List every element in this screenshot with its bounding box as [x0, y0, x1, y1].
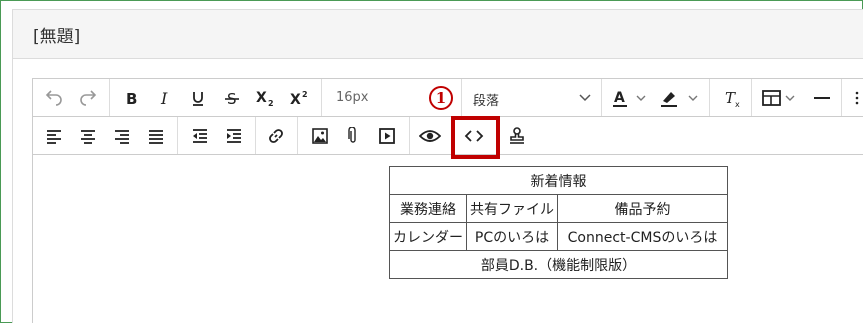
toolbar-separator: [751, 79, 752, 116]
outdent-icon: [193, 129, 207, 143]
toolbar-separator: [709, 79, 710, 116]
insert-image-button[interactable]: [309, 122, 331, 150]
svg-text:2: 2: [268, 99, 274, 107]
image-icon: [312, 128, 328, 144]
toolbar-separator: [109, 79, 110, 116]
toolbar-separator: [409, 117, 410, 154]
insert-link-button[interactable]: [265, 122, 287, 150]
preview-icon: [419, 130, 441, 142]
toolbar-row-2: [33, 117, 863, 155]
page-title: [無題]: [33, 27, 81, 47]
more-options-button[interactable]: [851, 84, 863, 112]
align-center-icon: [81, 130, 95, 144]
subscript-icon: X2: [256, 90, 274, 107]
annotation-highlight-box: [451, 116, 500, 159]
highlight-icon: [661, 92, 698, 107]
undo-icon: [45, 90, 62, 106]
underline-button[interactable]: [188, 84, 208, 112]
svg-text:x: x: [735, 100, 740, 108]
table-icon: [762, 90, 795, 106]
align-justify-button[interactable]: [145, 122, 167, 150]
undo-button[interactable]: [43, 84, 65, 112]
toolbar-separator: [321, 79, 322, 116]
text-color-icon: A: [613, 90, 646, 107]
redo-icon: [80, 90, 97, 106]
link-icon: [269, 129, 283, 143]
table-cell: 業務連絡: [389, 194, 467, 223]
redo-button[interactable]: [77, 84, 99, 112]
indent-icon: [227, 129, 241, 143]
table-header-cell: 新着情報: [389, 166, 728, 195]
toolbar-separator: [461, 79, 462, 116]
svg-text:A: A: [614, 90, 625, 106]
svg-text:2: 2: [302, 90, 308, 99]
italic-icon: I: [160, 89, 168, 107]
toolbar-separator: [255, 117, 256, 154]
block-format-select[interactable]: 段落: [473, 90, 499, 109]
svg-text:X: X: [256, 90, 267, 106]
editor-content[interactable]: 新着情報 業務連絡 共有ファイル 備品予約 カレンダー PCのいろは Conne…: [33, 156, 863, 323]
insert-media-button[interactable]: [376, 122, 398, 150]
toolbar-separator: [177, 117, 178, 154]
font-size-select[interactable]: 16px: [336, 90, 369, 105]
toolbar-separator: [601, 79, 602, 116]
table-cell: カレンダー: [389, 222, 467, 251]
align-justify-icon: [149, 130, 163, 144]
svg-text:X: X: [290, 92, 301, 107]
stamp-icon: [510, 127, 524, 144]
highlight-color-button[interactable]: [659, 84, 703, 112]
italic-button[interactable]: I: [155, 84, 175, 112]
strikethrough-icon: S: [225, 90, 239, 107]
annotation-number-badge: 1: [429, 86, 453, 110]
bold-icon: B: [126, 90, 137, 107]
subscript-button[interactable]: X2: [255, 84, 277, 112]
table-row: カレンダー PCのいろは Connect-CMSのいろは: [389, 222, 728, 251]
table-cell: 共有ファイル: [466, 194, 558, 223]
table-cell: Connect-CMSのいろは: [557, 222, 728, 251]
rich-text-editor: B I S X2 X2 16px 段落 A Tx: [32, 78, 863, 323]
clear-format-button[interactable]: Tx: [721, 84, 743, 112]
align-center-button[interactable]: [77, 122, 99, 150]
table-cell: 備品予約: [557, 194, 728, 223]
text-color-button[interactable]: A: [611, 84, 651, 112]
horizontal-rule-icon: [814, 97, 830, 99]
outdent-button[interactable]: [189, 122, 211, 150]
table-row: 業務連絡 共有ファイル 備品予約: [389, 194, 728, 223]
panel-header: [無題]: [12, 9, 863, 59]
underline-icon: [193, 92, 203, 106]
align-left-icon: [47, 130, 61, 144]
svg-text:I: I: [160, 89, 168, 107]
more-vertical-icon: [855, 91, 859, 105]
attachment-icon: [348, 127, 356, 143]
toolbar-separator: [841, 79, 842, 116]
align-right-icon: [115, 130, 129, 144]
media-icon: [379, 128, 395, 144]
indent-button[interactable]: [223, 122, 245, 150]
preview-button[interactable]: [418, 122, 442, 150]
content-table: 新着情報 業務連絡 共有ファイル 備品予約 カレンダー PCのいろは Conne…: [389, 166, 728, 279]
table-footer-cell: 部員D.B.（機能制限版）: [389, 250, 728, 279]
toolbar-separator: [297, 117, 298, 154]
svg-text:B: B: [126, 90, 137, 107]
align-left-button[interactable]: [43, 122, 65, 150]
strikethrough-button[interactable]: S: [222, 84, 242, 112]
table-cell: PCのいろは: [466, 222, 558, 251]
stamp-button[interactable]: [505, 122, 529, 150]
superscript-icon: X2: [290, 90, 308, 107]
superscript-button[interactable]: X2: [289, 84, 311, 112]
bold-button[interactable]: B: [121, 84, 141, 112]
attach-file-button[interactable]: [343, 122, 363, 150]
insert-table-button[interactable]: [761, 84, 801, 112]
horizontal-rule-button[interactable]: [811, 84, 833, 112]
align-right-button[interactable]: [111, 122, 133, 150]
clear-format-icon: Tx: [725, 89, 740, 108]
chevron-down-icon: [579, 94, 591, 102]
